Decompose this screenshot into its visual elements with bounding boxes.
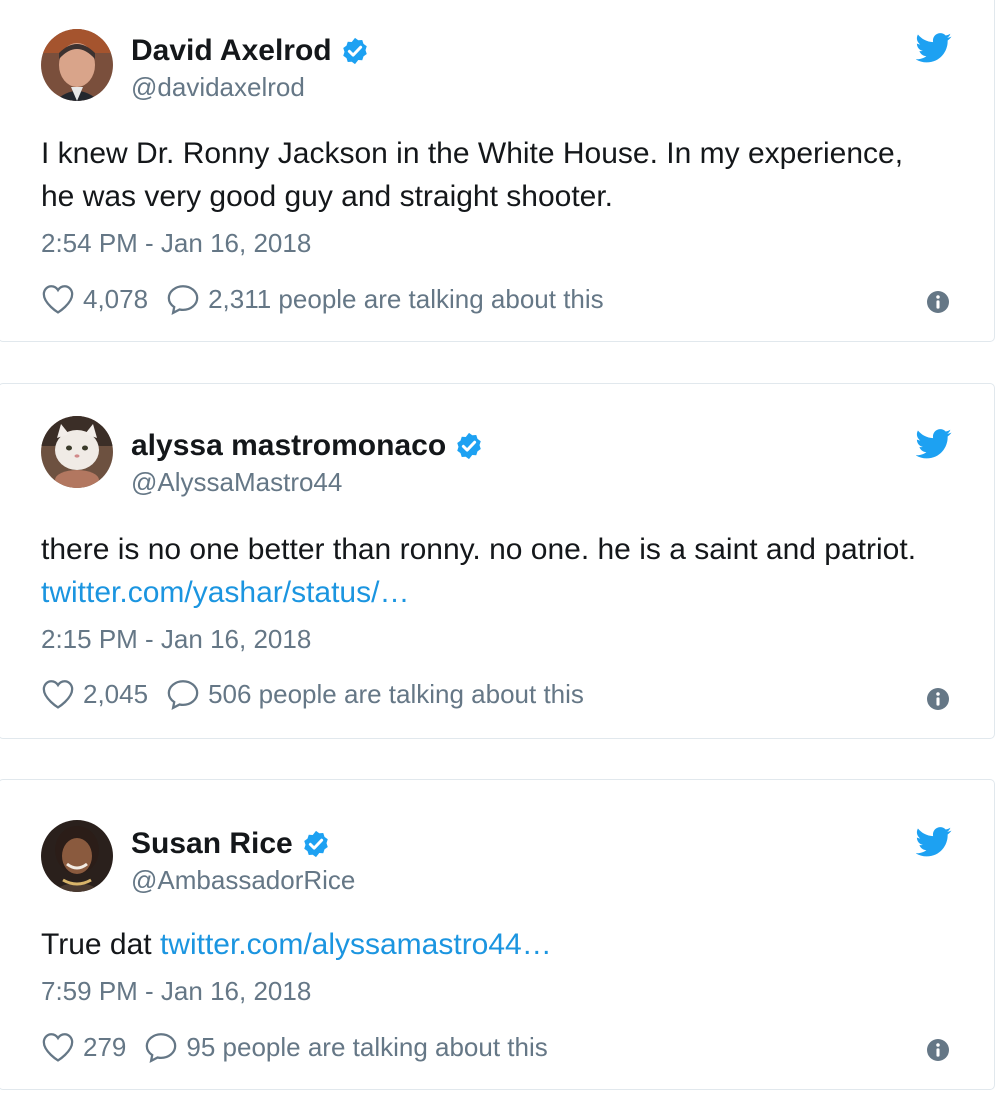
like-count[interactable]: 4,078 <box>83 284 148 315</box>
tweet-text-body: True dat <box>41 928 160 961</box>
tweet-text-body: there is no one better than ronny. no on… <box>41 533 917 566</box>
tweet-actions: 2,045 506 people are talking about this <box>41 678 584 710</box>
tweet-text: there is no one better than ronny. no on… <box>41 528 941 614</box>
user-handle[interactable]: @davidaxelrod <box>131 72 305 102</box>
display-name[interactable]: Susan Rice <box>131 826 293 862</box>
verified-badge-icon <box>457 432 481 460</box>
tweet-timestamp[interactable]: 2:15 PM - Jan 16, 2018 <box>41 624 311 654</box>
display-name[interactable]: David Axelrod <box>131 33 332 69</box>
user-handle[interactable]: @AlyssaMastro44 <box>131 467 342 497</box>
tweet-card[interactable]: Susan Rice @AmbassadorRice True dat twit… <box>0 779 995 1090</box>
avatar[interactable] <box>41 416 113 488</box>
verified-badge-icon <box>303 830 328 858</box>
twitter-bird-icon[interactable] <box>916 33 952 63</box>
talking-count[interactable]: 95 people are talking about this <box>186 1032 547 1063</box>
info-icon[interactable] <box>927 1039 949 1061</box>
tweet-card[interactable]: alyssa mastromonaco @AlyssaMastro44 ther… <box>0 383 995 739</box>
info-icon[interactable] <box>927 291 949 313</box>
tweet-text: True dat twitter.com/alyssamastro44… <box>41 923 941 966</box>
tweet-card[interactable]: David Axelrod @davidaxelrod I knew Dr. R… <box>0 0 995 342</box>
info-icon[interactable] <box>927 688 949 710</box>
speech-bubble-icon[interactable] <box>166 678 200 710</box>
talking-count[interactable]: 506 people are talking about this <box>208 679 584 710</box>
avatar[interactable] <box>41 29 113 101</box>
tweet-link[interactable]: twitter.com/alyssamastro44… <box>160 928 552 961</box>
speech-bubble-icon[interactable] <box>144 1031 178 1063</box>
tweet-actions: 279 95 people are talking about this <box>41 1031 548 1063</box>
like-count[interactable]: 2,045 <box>83 679 148 710</box>
tweet-link[interactable]: twitter.com/yashar/status/… <box>41 576 409 609</box>
twitter-bird-icon[interactable] <box>916 827 952 857</box>
tweet-timestamp[interactable]: 7:59 PM - Jan 16, 2018 <box>41 976 311 1006</box>
tweet-text-body: I knew Dr. Ronny Jackson in the White Ho… <box>41 137 904 213</box>
heart-icon[interactable] <box>41 283 75 315</box>
twitter-bird-icon[interactable] <box>916 429 952 459</box>
like-count[interactable]: 279 <box>83 1032 126 1063</box>
tweet-timestamp[interactable]: 2:54 PM - Jan 16, 2018 <box>41 228 311 258</box>
heart-icon[interactable] <box>41 678 75 710</box>
display-name[interactable]: alyssa mastromonaco <box>131 428 446 464</box>
talking-count[interactable]: 2,311 people are talking about this <box>208 284 604 315</box>
speech-bubble-icon[interactable] <box>166 283 200 315</box>
tweet-actions: 4,078 2,311 people are talking about thi… <box>41 283 604 315</box>
user-handle[interactable]: @AmbassadorRice <box>131 865 355 895</box>
tweet-text: I knew Dr. Ronny Jackson in the White Ho… <box>41 132 941 218</box>
avatar[interactable] <box>41 820 113 892</box>
verified-badge-icon <box>342 37 367 65</box>
heart-icon[interactable] <box>41 1031 75 1063</box>
